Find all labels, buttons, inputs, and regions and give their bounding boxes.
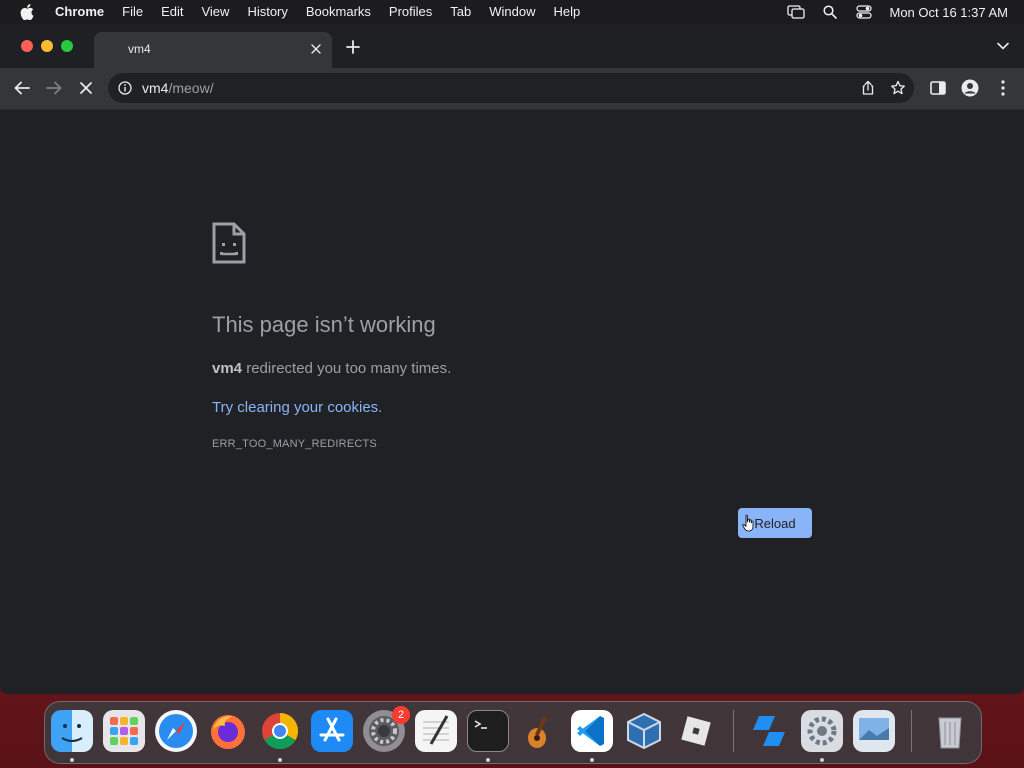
safari-icon[interactable] (155, 710, 197, 752)
address-url[interactable]: vm4/meow/ (142, 80, 214, 96)
bookmark-star-icon[interactable] (890, 80, 906, 96)
tab-close-icon[interactable] (308, 41, 324, 57)
menu-bookmarks[interactable]: Bookmarks (297, 0, 380, 24)
address-bar[interactable]: vm4/meow/ (108, 73, 914, 103)
url-path: /meow/ (168, 80, 214, 96)
menu-chrome[interactable]: Chrome (46, 0, 113, 24)
finder-icon[interactable] (51, 710, 93, 752)
garageband-icon[interactable] (519, 710, 561, 752)
dock-separator-trash (911, 710, 912, 752)
tab-search-chevron-icon[interactable] (996, 40, 1010, 52)
terminal-icon[interactable] (467, 710, 509, 752)
menu-bar: Chrome File Edit View History Bookmarks … (0, 0, 1024, 24)
utility-running-dot (820, 758, 824, 762)
launchpad-icon[interactable] (103, 710, 145, 752)
spotlight-search-icon[interactable] (821, 5, 839, 19)
menu-edit[interactable]: Edit (152, 0, 192, 24)
roblox-studio-icon[interactable] (749, 710, 791, 752)
terminal-running-dot (486, 758, 490, 762)
apple-icon[interactable] (20, 4, 34, 20)
tab-strip: vm4 (0, 24, 1024, 68)
page-content: This page isn’t working vm4 redirected y… (0, 110, 1024, 694)
error-title: This page isn’t working (212, 312, 436, 337)
profile-avatar-icon[interactable] (960, 78, 980, 98)
menu-view[interactable]: View (192, 0, 238, 24)
preview-icon[interactable] (853, 710, 895, 752)
menu-help[interactable]: Help (545, 0, 590, 24)
utility-gear-icon[interactable] (801, 710, 843, 752)
url-host: vm4 (142, 80, 169, 96)
minimize-window-button[interactable] (41, 40, 53, 52)
zoom-window-button[interactable] (61, 40, 73, 52)
error-description: vm4 redirected you too many times. (212, 360, 451, 377)
tab-active[interactable]: vm4 (94, 32, 332, 68)
dock-separator (733, 710, 734, 752)
textedit-icon[interactable] (415, 710, 457, 752)
side-panel-icon[interactable] (928, 78, 948, 98)
error-description-text: redirected you too many times. (242, 360, 452, 377)
finder-running-dot (70, 758, 74, 762)
sad-page-icon (212, 222, 246, 264)
trash-icon[interactable] (929, 710, 971, 752)
tab-title: vm4 (128, 42, 151, 56)
virtualbox-icon[interactable] (623, 710, 665, 752)
menubar-clock[interactable]: Mon Oct 16 1:37 AM (889, 5, 1008, 20)
chrome-running-dot (278, 758, 282, 762)
menu-window[interactable]: Window (480, 0, 544, 24)
chrome-menu-icon[interactable] (993, 78, 1013, 98)
app-store-icon[interactable] (311, 710, 353, 752)
browser-toolbar: vm4/meow/ (0, 68, 1024, 110)
new-tab-plus-icon[interactable] (344, 38, 362, 56)
hand-cursor-icon (742, 514, 756, 532)
close-window-button[interactable] (21, 40, 33, 52)
firefox-icon[interactable] (207, 710, 249, 752)
clear-cookies-link[interactable]: Try clearing your cookies. (212, 399, 382, 416)
screen-mirroring-icon[interactable] (787, 5, 806, 19)
browser-window: vm4 vm4/meow/ This page isn’t working vm… (0, 24, 1024, 694)
vscode-icon[interactable] (571, 710, 613, 752)
menu-profiles[interactable]: Profiles (380, 0, 441, 24)
system-preferences-badge: 2 (392, 706, 410, 724)
menu-history[interactable]: History (238, 0, 296, 24)
menu-file[interactable]: File (113, 0, 152, 24)
back-arrow-icon[interactable] (12, 78, 32, 98)
roblox-icon[interactable] (675, 710, 717, 752)
error-host: vm4 (212, 360, 243, 377)
chrome-icon[interactable] (259, 710, 301, 752)
menu-tab[interactable]: Tab (441, 0, 480, 24)
forward-arrow-icon[interactable] (44, 78, 64, 98)
control-center-icon[interactable] (855, 5, 873, 19)
stop-loading-icon[interactable] (76, 78, 96, 98)
error-code: ERR_TOO_MANY_REDIRECTS (212, 438, 377, 450)
vscode-running-dot (590, 758, 594, 762)
site-info-icon[interactable] (118, 81, 132, 95)
share-icon[interactable] (860, 80, 876, 96)
dock: 2 (44, 701, 982, 764)
